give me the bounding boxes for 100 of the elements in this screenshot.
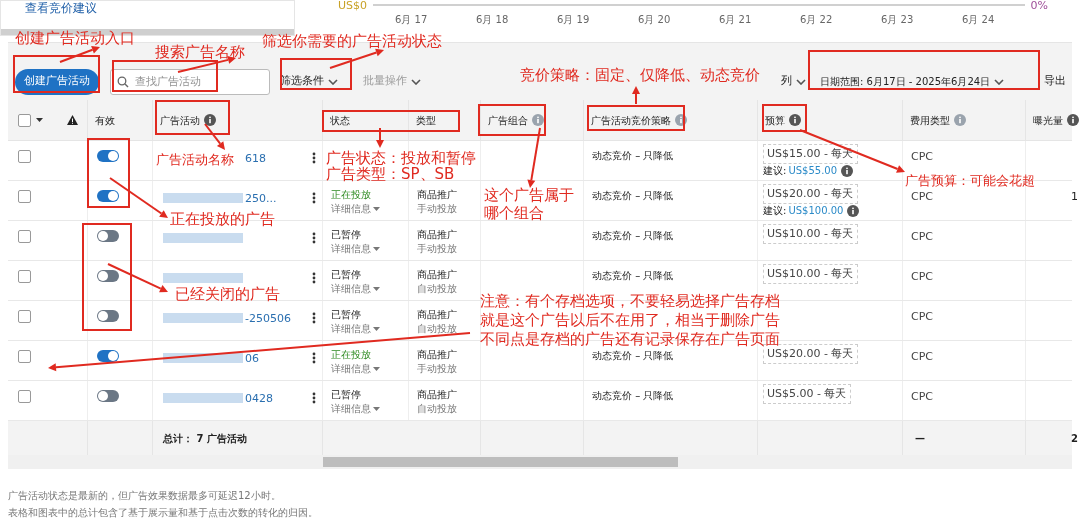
- cost-type-text: CPC: [911, 390, 933, 403]
- column-header[interactable]: 有效: [95, 112, 115, 128]
- ad-type-text: 商品推广: [417, 388, 458, 402]
- caret-icon: [328, 78, 338, 85]
- info-icon[interactable]: [204, 114, 216, 126]
- toggle-switch[interactable]: [97, 150, 119, 162]
- details-dropdown[interactable]: 详细信息: [331, 322, 380, 336]
- details-dropdown[interactable]: 详细信息: [331, 242, 380, 256]
- caret-icon: [373, 287, 380, 291]
- axis-label: US$0: [338, 0, 368, 14]
- column-header[interactable]: 预算: [765, 112, 785, 128]
- targeting-text: 自动投放: [417, 282, 458, 296]
- row-checkbox[interactable]: [18, 310, 31, 323]
- column-header[interactable]: 广告活动: [160, 112, 200, 128]
- ad-type-text: 商品推广: [417, 308, 458, 322]
- columns-dropdown[interactable]: 列: [781, 73, 806, 90]
- info-icon[interactable]: [1067, 114, 1079, 126]
- row-checkbox[interactable]: [18, 150, 31, 163]
- info-icon[interactable]: [675, 114, 687, 126]
- annotation-text: 注意：有个存档选项，不要轻易选择广告存档: [480, 292, 780, 310]
- annotation-arrow: [376, 127, 384, 148]
- budget-field[interactable]: US$10.00 - 每天: [763, 224, 858, 244]
- more-icon[interactable]: [312, 392, 316, 404]
- toggle-switch[interactable]: [97, 310, 119, 322]
- caret-icon: [373, 367, 380, 371]
- annotation-arrow: [109, 177, 168, 218]
- details-dropdown[interactable]: 详细信息: [331, 402, 380, 416]
- toggle-switch[interactable]: [97, 270, 119, 282]
- annotation-text: 这个广告属于哪个组合: [484, 186, 575, 222]
- axis-label: 0%: [1030, 0, 1048, 14]
- column-header[interactable]: 类型: [416, 112, 436, 128]
- annotation-text: 正在投放的广告: [170, 210, 275, 228]
- suggested-budget-link[interactable]: US$55.00: [788, 164, 838, 177]
- status-text: 正在投放: [331, 188, 372, 202]
- suggestion-label: 建议:: [763, 204, 787, 217]
- annotation-text: 广告活动名称: [156, 151, 234, 169]
- campaign-name-link[interactable]: 0428: [245, 391, 273, 408]
- ad-type-text: 商品推广: [417, 348, 458, 362]
- cost-type-text: CPC: [911, 190, 933, 203]
- axis-label: 6月 24: [962, 13, 996, 27]
- budget-field[interactable]: US$10.00 - 每天: [763, 264, 858, 284]
- more-icon[interactable]: [312, 312, 316, 324]
- toggle-switch[interactable]: [97, 350, 119, 362]
- scrollbar[interactable]: [323, 457, 678, 467]
- caret-icon: [796, 78, 806, 85]
- column-header[interactable]: 状态: [330, 112, 350, 128]
- campaign-name-link[interactable]: 06: [245, 351, 259, 368]
- search-field[interactable]: 查找广告活动: [110, 68, 270, 95]
- caret-icon: [373, 407, 380, 411]
- annotation-text: 筛选你需要的广告活动状态: [262, 32, 442, 50]
- more-icon[interactable]: [312, 232, 316, 244]
- suggested-budget-link[interactable]: US$100.00: [788, 204, 844, 217]
- more-icon[interactable]: [312, 272, 316, 284]
- toggle-switch[interactable]: [97, 390, 119, 402]
- column-header[interactable]: 费用类型: [910, 112, 950, 128]
- axis-label: 6月 19: [557, 13, 591, 27]
- toggle-switch[interactable]: [97, 190, 119, 202]
- campaign-name-link[interactable]: 618: [245, 151, 266, 168]
- column-header[interactable]: 广告组合: [488, 112, 528, 128]
- info-icon[interactable]: [847, 204, 860, 217]
- column-header[interactable]: 广告活动竞价策略: [591, 112, 671, 128]
- bid-strategy-text: 动态竞价 – 只降低: [592, 350, 674, 361]
- column-header[interactable]: 曝光量: [1033, 112, 1063, 128]
- caret-icon[interactable]: [36, 118, 43, 122]
- bid-strategy-text: 动态竞价 – 只降低: [592, 390, 674, 401]
- details-dropdown[interactable]: 详细信息: [331, 282, 380, 296]
- details-dropdown[interactable]: 详细信息: [331, 362, 380, 376]
- row-checkbox[interactable]: [18, 190, 31, 203]
- row-checkbox[interactable]: [18, 390, 31, 403]
- caret-icon: [373, 327, 380, 331]
- more-icon[interactable]: [312, 152, 316, 164]
- more-icon[interactable]: [312, 352, 316, 364]
- more-icon[interactable]: [312, 192, 316, 204]
- annotation-text: 广告类型：SP、SB: [326, 165, 455, 183]
- suggestion-label: 建议:: [763, 164, 787, 177]
- cost-type-text: CPC: [911, 350, 933, 363]
- row-checkbox[interactable]: [18, 270, 31, 283]
- toggle-switch[interactable]: [97, 230, 119, 242]
- annotation-arrow: [59, 46, 100, 63]
- date-range-dropdown[interactable]: 日期范围: 6月17日 - 2025年6月24日: [820, 74, 1005, 89]
- budget-field[interactable]: US$5.00 - 每天: [763, 384, 851, 404]
- row-checkbox[interactable]: [18, 230, 31, 243]
- ad-type-text: 商品推广: [417, 188, 458, 202]
- details-dropdown[interactable]: 详细信息: [331, 202, 380, 216]
- campaign-name-link[interactable]: 250...: [245, 191, 277, 208]
- budget-field[interactable]: US$20.00 - 每天: [763, 184, 858, 204]
- export-button[interactable]: 导出: [1044, 73, 1066, 90]
- row-checkbox[interactable]: [18, 350, 31, 363]
- cost-type-text: CPC: [911, 150, 933, 163]
- info-icon[interactable]: [841, 164, 854, 177]
- status-text: 已暂停: [331, 388, 362, 402]
- cost-type-text: CPC: [911, 310, 933, 323]
- campaign-name-link[interactable]: -250506: [245, 311, 291, 328]
- info-icon[interactable]: [789, 114, 801, 126]
- annotation-text: 竞价策略：固定、仅降低、动态竞价: [520, 66, 760, 84]
- targeting-text: 手动投放: [417, 242, 458, 256]
- total-label: 总计： 7 广告活动: [163, 431, 247, 446]
- create-campaign-button[interactable]: 创建广告活动: [15, 68, 99, 95]
- bid-suggestion-link[interactable]: 查看竞价建议: [25, 1, 294, 15]
- row-checkbox[interactable]: [18, 113, 31, 127]
